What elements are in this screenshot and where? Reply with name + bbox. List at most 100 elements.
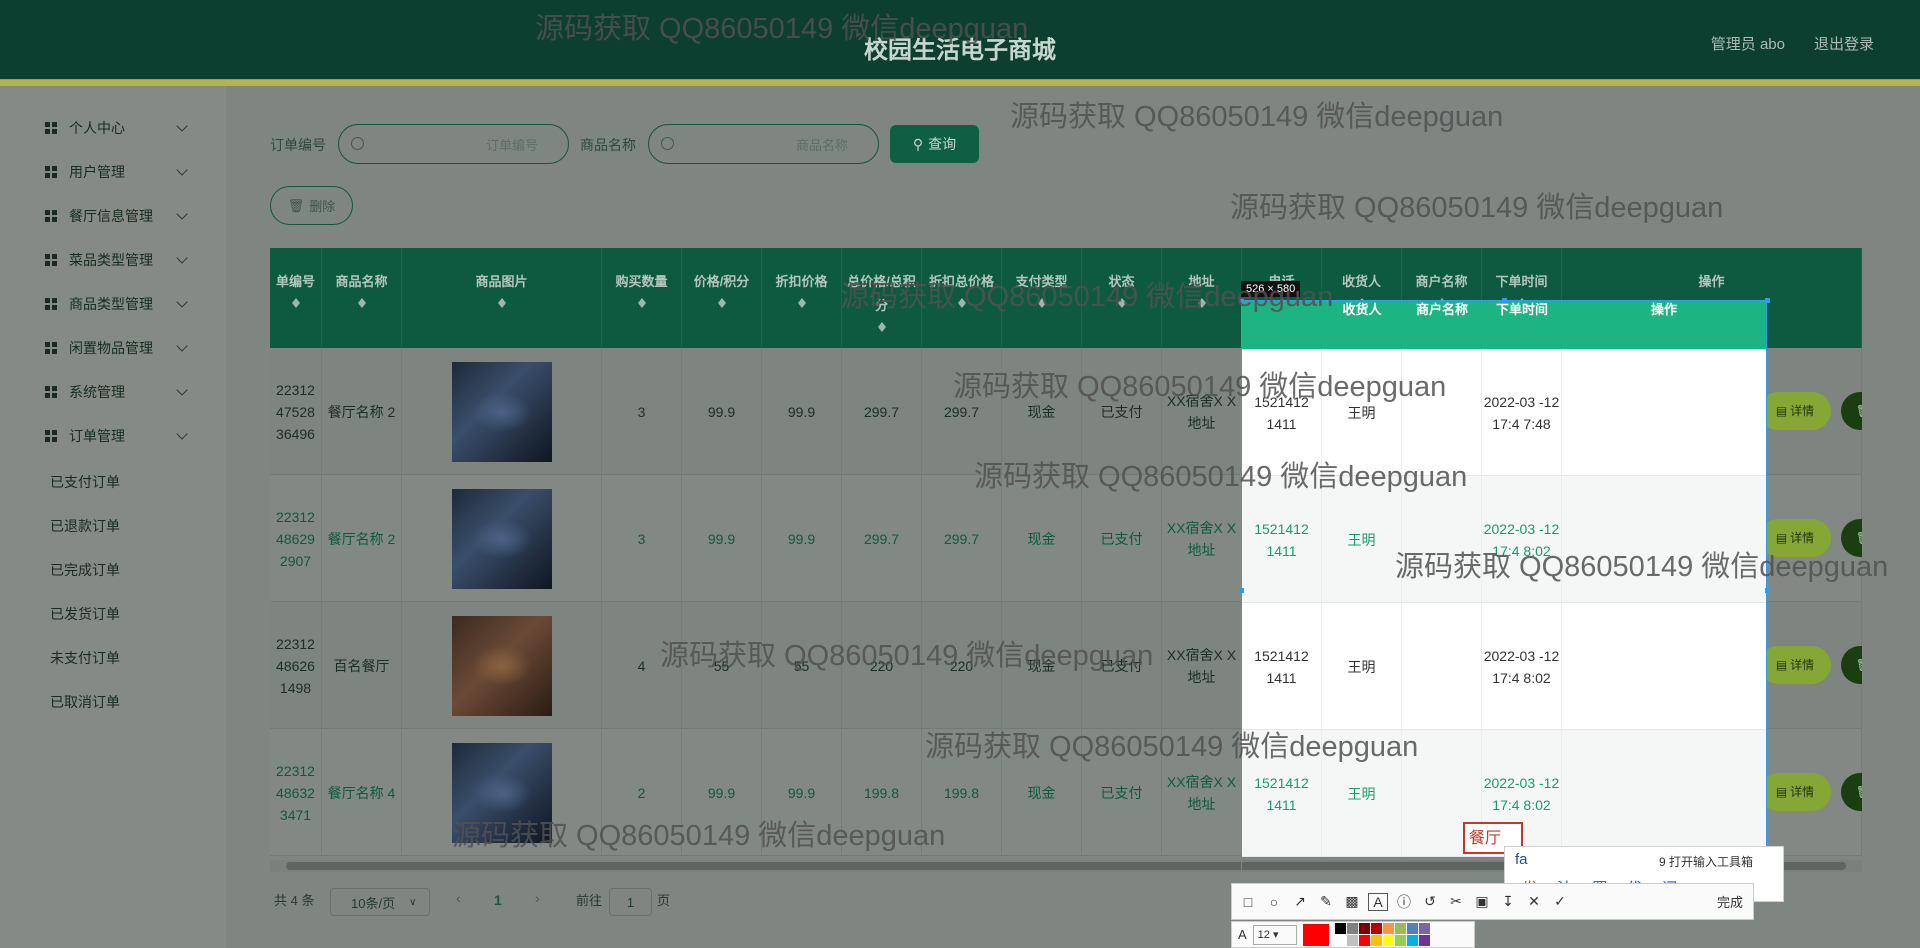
sidebar-subitem[interactable]: 已退款订单: [50, 516, 120, 536]
font-size-value: 12: [1257, 928, 1270, 941]
document-icon: ▤: [1775, 404, 1788, 418]
sort-icon[interactable]: [717, 294, 727, 308]
sidebar-item-label: 订单管理: [69, 428, 125, 444]
sidebar-item[interactable]: 个人中心: [0, 106, 226, 150]
delete-button[interactable]: 🗑删除: [1841, 773, 1862, 811]
sort-icon[interactable]: [357, 294, 367, 308]
logout-link[interactable]: 退出登录: [1814, 33, 1874, 54]
query-button[interactable]: ⚲ 查询: [890, 125, 979, 163]
column-header-label: 商品图片: [475, 274, 528, 289]
font-size-select[interactable]: 12 ▾: [1252, 924, 1297, 945]
sort-icon[interactable]: [797, 294, 807, 308]
rectangle-icon[interactable]: □: [1238, 894, 1258, 910]
grid-icon: [45, 386, 57, 398]
sidebar-item[interactable]: 订单管理: [0, 414, 226, 458]
font-icon: A: [1238, 927, 1247, 942]
column-header[interactable]: 商品名称: [322, 248, 402, 348]
page-size-value: 10条/页: [351, 895, 396, 911]
sidebar-item[interactable]: 商品类型管理: [0, 282, 226, 326]
text-icon[interactable]: A: [1368, 892, 1388, 911]
batch-delete-button[interactable]: 🗑 删除: [270, 186, 353, 225]
sidebar-item[interactable]: 闲置物品管理: [0, 326, 226, 370]
page-size-select[interactable]: 10条/页 ∨: [330, 888, 430, 916]
sidebar-item-label: 闲置物品管理: [69, 340, 153, 356]
resize-handle[interactable]: [1765, 298, 1770, 303]
sort-icon[interactable]: [637, 294, 647, 308]
watermark-text: 源码获取 QQ86050149 微信deepguan: [535, 13, 1029, 45]
resize-handle[interactable]: [1502, 298, 1507, 303]
sort-icon[interactable]: [877, 318, 887, 332]
column-header[interactable]: 折扣价格: [762, 248, 842, 348]
resize-handle[interactable]: [1239, 588, 1244, 593]
chevron-down-icon: [176, 340, 188, 352]
order-no-input[interactable]: 订单编号: [338, 124, 569, 164]
admin-user-label[interactable]: 管理员 abo: [1711, 33, 1785, 54]
sort-icon[interactable]: [497, 294, 507, 308]
sidebar-subitem[interactable]: 已发货订单: [50, 604, 120, 624]
column-header[interactable]: 单编号: [270, 248, 322, 348]
chevron-down-icon: [176, 384, 188, 396]
sort-icon[interactable]: [291, 294, 301, 308]
mosaic-icon[interactable]: ▩: [1342, 893, 1362, 910]
detail-button[interactable]: ▤ 详情: [1759, 392, 1831, 430]
next-page-icon[interactable]: ›: [535, 890, 540, 906]
arrow-icon[interactable]: ↗: [1290, 893, 1310, 910]
sidebar-item[interactable]: 用户管理: [0, 150, 226, 194]
watermark-text: 源码获取 QQ86050149 微信deepguan: [660, 640, 1154, 672]
watermark-text: 源码获取 QQ86050149 微信deepguan: [840, 281, 1334, 313]
snip-done-button[interactable]: 完成: [1717, 892, 1743, 911]
color-palette[interactable]: [1334, 923, 1430, 946]
resize-handle[interactable]: [1765, 588, 1770, 593]
pencil-icon[interactable]: ✎: [1316, 893, 1336, 910]
ime-composition: fa: [1515, 851, 1528, 868]
undo-icon[interactable]: ↺: [1420, 893, 1440, 910]
trash-icon: 🗑: [1856, 654, 1862, 676]
current-page[interactable]: 1: [494, 892, 502, 908]
product-name-input[interactable]: 商品名称: [648, 124, 879, 164]
detail-button[interactable]: ▤ 详情: [1759, 773, 1831, 811]
delete-button[interactable]: 🗑删除: [1841, 392, 1862, 430]
product-image-cell: [402, 602, 602, 729]
save-icon[interactable]: ↧: [1498, 893, 1518, 910]
watermark-text: 源码获取 QQ86050149 微信deepguan: [953, 371, 1447, 403]
current-color-swatch[interactable]: [1302, 923, 1329, 946]
crop-icon[interactable]: ✂: [1446, 893, 1466, 910]
sidebar-subitem[interactable]: 未支付订单: [50, 648, 120, 668]
info-icon[interactable]: ⓘ: [1394, 892, 1414, 912]
prev-page-icon[interactable]: ‹: [456, 890, 461, 906]
clipboard-icon: [45, 210, 57, 222]
header-accent-strip: [0, 79, 1920, 86]
cell-name: 餐厅名称 2: [322, 348, 402, 475]
ellipse-icon[interactable]: ○: [1264, 894, 1284, 910]
sidebar-item[interactable]: 系统管理: [0, 370, 226, 414]
search-icon: [351, 137, 364, 150]
sidebar-subitem[interactable]: 已完成订单: [50, 560, 120, 580]
search-icon: [661, 137, 674, 150]
delete-button[interactable]: 🗑删除: [1841, 646, 1862, 684]
cell-price: 99.9: [682, 475, 762, 602]
sidebar-item[interactable]: 餐厅信息管理: [0, 194, 226, 238]
chevron-down-icon: [176, 208, 188, 220]
column-header[interactable]: 商品图片: [402, 248, 602, 348]
product-image-cell: [402, 475, 602, 602]
goto-label: 前往: [576, 893, 603, 908]
detail-button[interactable]: ▤ 详情: [1759, 646, 1831, 684]
cancel-icon[interactable]: ✕: [1524, 893, 1544, 910]
watermark-text: 源码获取 QQ86050149 微信deepguan: [925, 731, 1419, 763]
goto-page-input[interactable]: 1: [609, 888, 652, 916]
product-thumbnail[interactable]: [451, 615, 552, 716]
cell-discount: 99.9: [762, 348, 842, 475]
watermark-text: 源码获取 QQ86050149 微信deepguan: [1010, 101, 1504, 133]
ime-toolbox-hint[interactable]: 9 打开输入工具箱: [1659, 853, 1753, 870]
product-thumbnail[interactable]: [451, 361, 552, 462]
sidebar-subitem[interactable]: 已取消订单: [50, 692, 120, 712]
product-thumbnail[interactable]: [451, 488, 552, 589]
column-header[interactable]: 购买数量: [602, 248, 682, 348]
pin-icon[interactable]: ▣: [1472, 893, 1492, 910]
product-name-label: 商品名称: [580, 137, 636, 153]
sidebar-subitem[interactable]: 已支付订单: [50, 472, 120, 492]
column-header-label: 单编号: [275, 274, 315, 289]
column-header[interactable]: 价格/积分: [682, 248, 762, 348]
sidebar-item[interactable]: 菜品类型管理: [0, 238, 226, 282]
confirm-icon[interactable]: ✓: [1550, 893, 1570, 910]
